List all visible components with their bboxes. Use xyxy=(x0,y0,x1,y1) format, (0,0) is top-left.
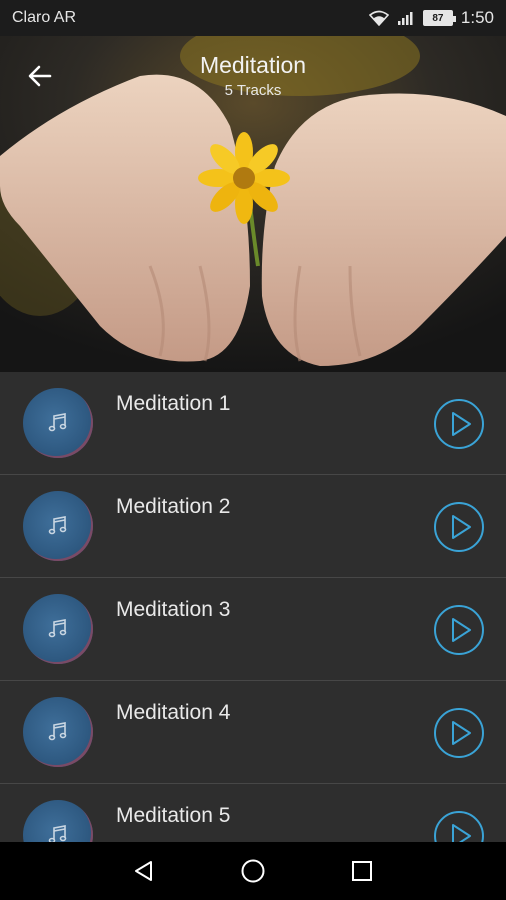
track-list: Meditation 1 Meditation 2 Meditation 3 M… xyxy=(0,372,506,842)
clock: 1:50 xyxy=(460,8,494,27)
track-count: 5 Tracks xyxy=(224,82,282,99)
triangle-back-icon xyxy=(135,861,153,881)
square-recents-icon xyxy=(351,861,372,881)
track-avatar xyxy=(23,388,93,458)
battery-icon: 87 xyxy=(422,10,456,26)
track-avatar xyxy=(23,491,93,561)
play-button[interactable] xyxy=(433,398,485,450)
nav-home-button[interactable] xyxy=(233,851,273,891)
track-avatar xyxy=(23,800,93,842)
track-row[interactable]: Meditation 3 xyxy=(0,578,506,681)
music-note-icon xyxy=(48,413,67,432)
track-row[interactable]: Meditation 4 xyxy=(0,681,506,784)
navigation-bar xyxy=(0,842,506,900)
status-icons: 87 1:50 xyxy=(368,8,494,28)
music-note-icon xyxy=(48,516,67,535)
play-button[interactable] xyxy=(433,810,485,842)
carrier-name: Claro AR xyxy=(12,9,77,26)
header-banner: Meditation 5 Tracks xyxy=(0,36,506,372)
play-button[interactable] xyxy=(433,501,485,553)
nav-back-button[interactable] xyxy=(124,851,164,891)
circle-home-icon xyxy=(241,859,265,883)
status-bar: Claro AR 87 1:50 xyxy=(0,0,506,36)
track-row[interactable]: Meditation 2 xyxy=(0,475,506,578)
page-title: Meditation xyxy=(199,52,307,78)
wifi-icon xyxy=(368,10,389,26)
track-title: Meditation 3 xyxy=(116,598,231,621)
track-title: Meditation 2 xyxy=(116,495,231,518)
track-title: Meditation 1 xyxy=(116,392,231,415)
music-note-icon xyxy=(48,619,67,638)
music-note-icon xyxy=(48,722,67,741)
track-avatar xyxy=(23,697,93,767)
music-note-icon xyxy=(48,825,67,842)
play-button[interactable] xyxy=(433,707,485,759)
nav-recents-button[interactable] xyxy=(342,851,382,891)
track-avatar xyxy=(23,594,93,664)
signal-icon xyxy=(397,12,413,25)
track-title: Meditation 5 xyxy=(116,804,231,827)
header-titles: Meditation 5 Tracks xyxy=(0,50,506,99)
track-row[interactable]: Meditation 1 xyxy=(0,372,506,475)
track-title: Meditation 4 xyxy=(116,701,231,724)
play-button[interactable] xyxy=(433,604,485,656)
track-row[interactable]: Meditation 5 xyxy=(0,784,506,842)
